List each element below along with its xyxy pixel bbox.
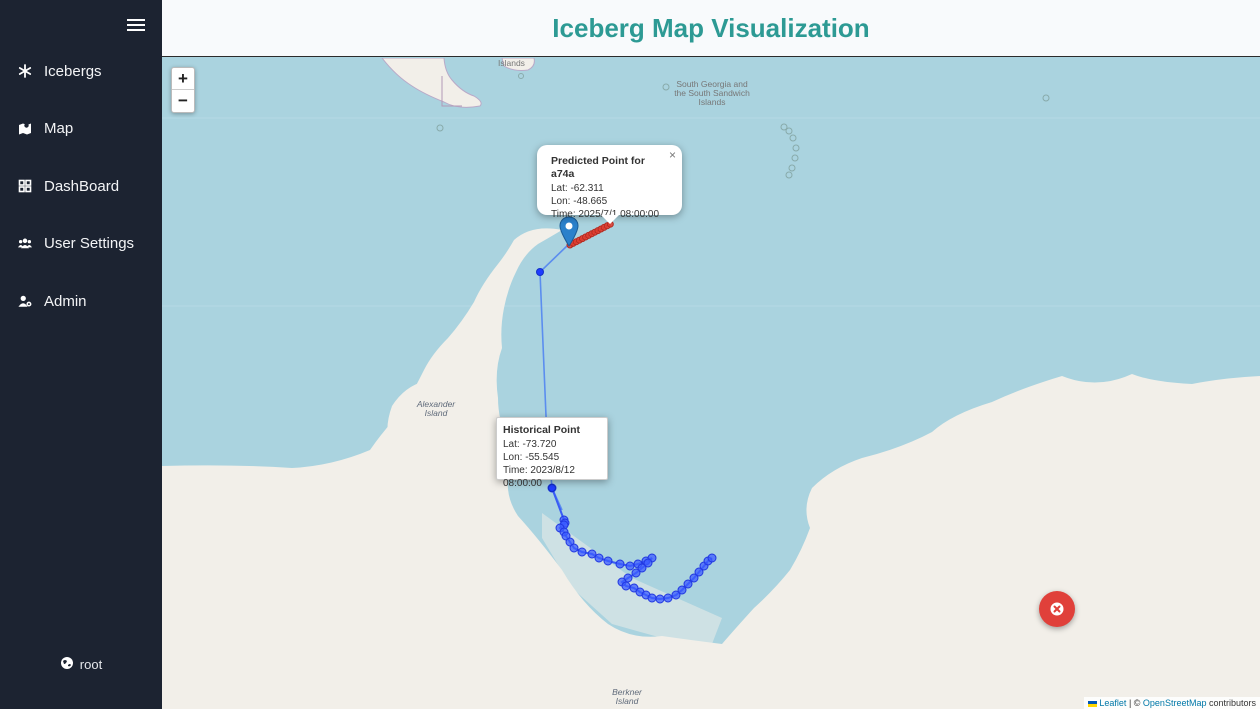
- dashboard-icon: [18, 179, 32, 193]
- map-canvas[interactable]: Islands South Georgia and the South Sand…: [162, 58, 1260, 709]
- historical-point: [677, 585, 687, 595]
- close-circle-icon: [1050, 602, 1064, 616]
- historical-point: [577, 547, 587, 557]
- historical-point: [663, 593, 673, 603]
- popup-lat: Lat: -73.720: [503, 439, 557, 450]
- sidebar-item-admin[interactable]: Admin: [0, 281, 162, 321]
- popup-tip: [601, 215, 619, 224]
- zoom-out-button[interactable]: −: [172, 90, 194, 112]
- attribution-sep: | ©: [1126, 698, 1143, 708]
- map-attribution: Leaflet | © OpenStreetMap contributors: [1084, 697, 1260, 709]
- historical-point: [655, 594, 665, 604]
- sidebar-item-label: Map: [44, 119, 74, 137]
- ukraine-flag-icon: [1088, 700, 1098, 707]
- menu-toggle-icon[interactable]: [127, 17, 145, 33]
- sidebar-item-label: Icebergs: [44, 62, 102, 80]
- historical-point: [647, 593, 657, 603]
- historical-point: [603, 556, 613, 566]
- username: root: [79, 657, 103, 672]
- sidebar-item-label: DashBoard: [44, 177, 120, 195]
- map-icon: [18, 121, 32, 135]
- historical-points: [547, 483, 717, 604]
- globe-user-icon: [60, 656, 74, 673]
- current-user[interactable]: root: [0, 656, 162, 673]
- historical-point: [569, 543, 579, 553]
- historical-point: [594, 553, 604, 563]
- close-circle-button[interactable]: [1039, 591, 1075, 627]
- historical-point: [683, 579, 693, 589]
- historical-point: [631, 568, 641, 578]
- osm-link[interactable]: OpenStreetMap: [1143, 698, 1207, 708]
- predicted-point-popup: × Predicted Point for a74a Lat: -62.311 …: [537, 145, 682, 224]
- historical-point: [615, 559, 625, 569]
- snowflake-icon: [18, 64, 32, 78]
- popup-lat: Lat: -62.311: [551, 183, 604, 194]
- popup-title: Predicted Point for a74a: [551, 155, 645, 180]
- leaflet-link[interactable]: Leaflet: [1099, 698, 1126, 708]
- sidebar-item-label: Admin: [44, 292, 87, 310]
- iceberg-track-layer: [536, 220, 717, 604]
- sidebar-item-user-settings[interactable]: User Settings: [0, 223, 162, 263]
- historical-point: [707, 553, 717, 563]
- zoom-control: + −: [171, 67, 195, 113]
- historical-point-popup: Historical Point Lat: -73.720 Lon: -55.5…: [496, 417, 608, 489]
- historical-point: [621, 581, 631, 591]
- user-gear-icon: [18, 294, 32, 308]
- zoom-in-button[interactable]: +: [172, 68, 194, 90]
- sidebar-item-dashboard[interactable]: DashBoard: [0, 166, 162, 206]
- attribution-suffix: contributors: [1206, 698, 1256, 708]
- sidebar-item-label: User Settings: [44, 234, 135, 252]
- sidebar-item-icebergs[interactable]: Icebergs: [0, 51, 162, 91]
- sidebar: Icebergs Map DashBoard User Settings Adm…: [0, 0, 162, 709]
- page-header: Iceberg Map Visualization: [162, 0, 1260, 57]
- popup-lon: Lon: -55.545: [503, 452, 560, 463]
- popup-lon: Lon: -48.665: [551, 196, 608, 207]
- popup-title: Historical Point: [503, 424, 581, 436]
- historical-point: [536, 268, 544, 276]
- close-icon[interactable]: ×: [669, 149, 676, 162]
- page-title: Iceberg Map Visualization: [552, 12, 870, 43]
- users-icon: [18, 236, 32, 250]
- sidebar-item-map[interactable]: Map: [0, 108, 162, 148]
- popup-time: Time: 2023/8/12 08:00:00: [503, 465, 575, 489]
- historical-point: [625, 561, 635, 571]
